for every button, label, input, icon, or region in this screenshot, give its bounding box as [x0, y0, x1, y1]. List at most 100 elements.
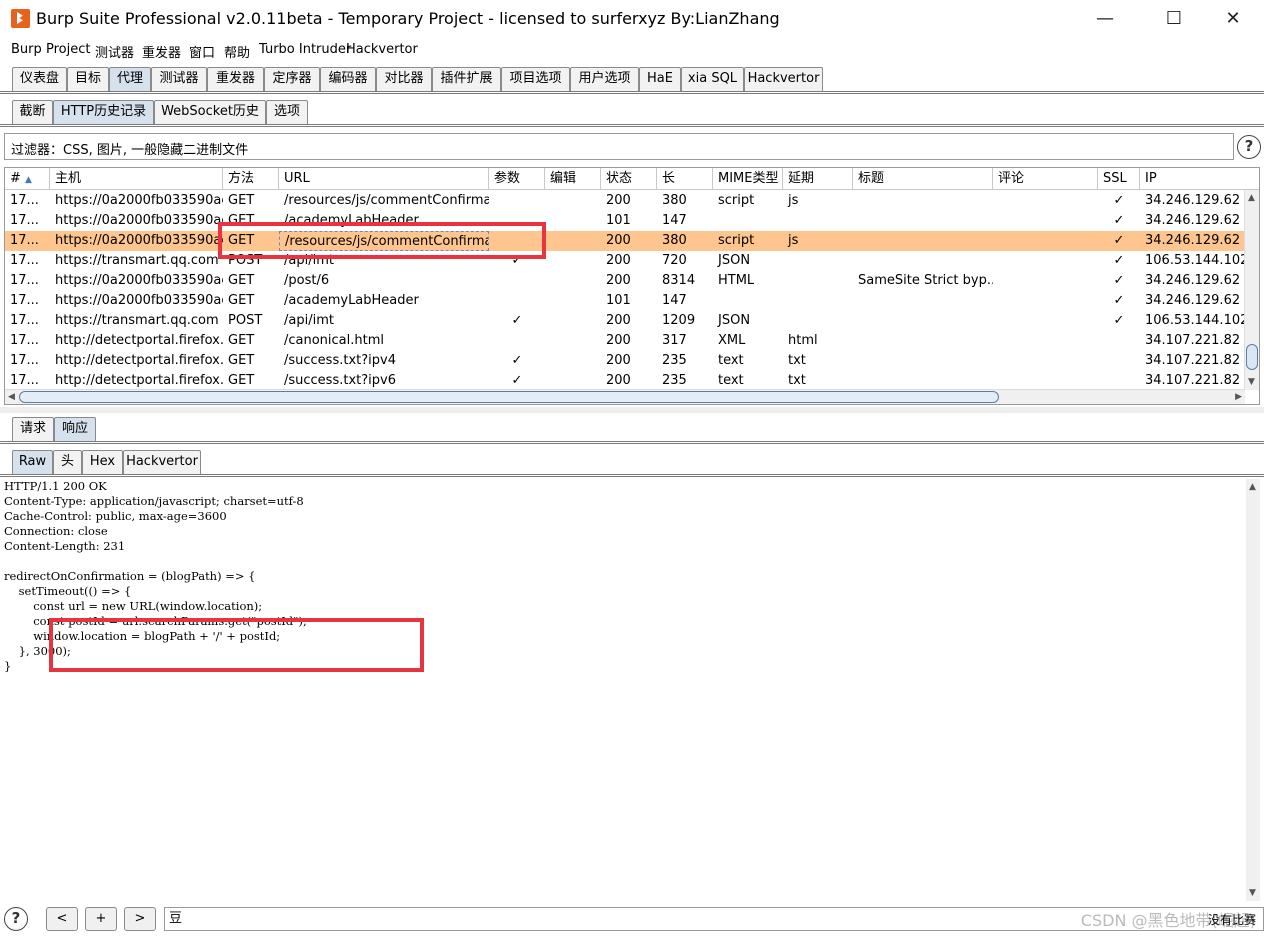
- scroll-thumb-horizontal[interactable]: [19, 391, 999, 403]
- scroll-down-icon[interactable]: ▼: [1249, 888, 1256, 898]
- tab-decoder[interactable]: 编码器: [320, 67, 376, 91]
- menu-repeater[interactable]: 重发器: [142, 42, 181, 61]
- table-vertical-scrollbar[interactable]: ▲ ▼: [1244, 190, 1259, 390]
- menu-window[interactable]: 窗口: [189, 42, 215, 61]
- menu-turbo-intruder[interactable]: Turbo Intruder: [259, 42, 351, 57]
- minimize-button[interactable]: —: [1082, 5, 1128, 33]
- tab-request[interactable]: 请求: [12, 417, 54, 441]
- column-header-length[interactable]: 长: [657, 168, 713, 190]
- table-row[interactable]: 17...https://0a2000fb033590ae...GET/acad…: [5, 291, 1245, 311]
- scroll-left-icon[interactable]: ◀: [8, 392, 15, 402]
- menu-help[interactable]: 帮助: [224, 42, 250, 61]
- scroll-down-icon[interactable]: ▼: [1248, 377, 1255, 387]
- response-vertical-scrollbar[interactable]: ▲ ▼: [1246, 479, 1260, 901]
- cell-status: 200: [606, 313, 631, 328]
- help-icon-bottom[interactable]: ?: [4, 907, 28, 931]
- table-row[interactable]: 17...https://0a2000fb033590ae...GET/reso…: [5, 191, 1245, 211]
- column-header-ssl[interactable]: SSL: [1098, 168, 1140, 190]
- tab-intruder[interactable]: 测试器: [151, 67, 207, 91]
- menu-burp[interactable]: Burp: [11, 42, 42, 57]
- table-horizontal-scrollbar[interactable]: ◀ ▶: [5, 389, 1245, 404]
- tab-repeater[interactable]: 重发器: [207, 67, 264, 91]
- tab-comparer[interactable]: 对比器: [376, 67, 432, 91]
- title-bar: Burp Suite Professional v2.0.11beta - Te…: [0, 0, 1264, 38]
- tab-headers[interactable]: 头: [53, 450, 82, 474]
- table-row[interactable]: 17... http://detectportal.firefox.c... GET…: [5, 331, 1245, 351]
- menu-intruder[interactable]: 测试器: [95, 42, 134, 61]
- help-icon[interactable]: ?: [1237, 135, 1261, 159]
- cell-edited: [545, 191, 601, 211]
- tab-hae[interactable]: HaE: [639, 67, 681, 91]
- cell-extension: [783, 311, 853, 331]
- column-header-title[interactable]: 标题: [853, 168, 993, 190]
- cell-title: [853, 191, 993, 211]
- scroll-up-icon[interactable]: ▲: [1249, 482, 1256, 492]
- previous-match-button[interactable]: <: [46, 907, 78, 931]
- tab-proxy[interactable]: 代理: [109, 67, 151, 91]
- tab-target[interactable]: 目标: [67, 67, 109, 91]
- scroll-thumb[interactable]: [1246, 344, 1258, 370]
- cell-length: 380: [662, 193, 687, 208]
- table-row[interactable]: 17...https://0a2000fb033590ae...GET/acad…: [5, 211, 1245, 231]
- filter-bar[interactable]: 过滤器：CSS, 图片, 一般隐藏二进制文件: [4, 133, 1234, 160]
- column-header-comment[interactable]: 评论: [993, 168, 1098, 190]
- scroll-right-icon[interactable]: ▶: [1235, 392, 1242, 402]
- tab-xia-sql[interactable]: xia SQL: [681, 67, 744, 91]
- tab-http-history[interactable]: HTTP历史记录: [53, 100, 154, 124]
- tab-hackvertor[interactable]: Hackvertor: [744, 67, 823, 91]
- tab-websocket-history[interactable]: WebSocket历史: [154, 100, 266, 124]
- tab-options[interactable]: 选项: [266, 100, 308, 124]
- tab-view-hackvertor[interactable]: Hackvertor: [123, 450, 201, 474]
- tab-user-options[interactable]: 用户选项: [570, 67, 639, 91]
- table-row[interactable]: 17...https://0a2000fb033590ae...GET/reso…: [5, 231, 1245, 251]
- response-line: redirectOnConfirmation = (blogPath) => {: [4, 569, 256, 583]
- column-header-host[interactable]: 主机: [50, 168, 223, 190]
- next-match-button[interactable]: >: [124, 907, 156, 931]
- cell-params: [489, 271, 545, 291]
- table-row[interactable]: 17... https://transmart.qq.com POST/api/im…: [5, 311, 1248, 331]
- response-line: const url = new URL(window.location);: [4, 599, 263, 613]
- cell-title: [853, 291, 993, 311]
- column-header-extension[interactable]: 延期: [783, 168, 853, 190]
- pane-splitter[interactable]: [0, 407, 1264, 413]
- table-row[interactable]: 17... http://detectportal.firefox.c... GET…: [5, 351, 1245, 371]
- column-header-method[interactable]: 方法: [223, 168, 279, 190]
- column-header-mime-type[interactable]: MIME类型: [713, 168, 783, 190]
- cell-title: [853, 211, 993, 231]
- tab-hex[interactable]: Hex: [82, 450, 123, 474]
- tab-sequencer[interactable]: 定序器: [264, 67, 320, 91]
- tab-dashboard[interactable]: 仪表盘: [12, 67, 67, 91]
- tab-project-options[interactable]: 项目选项: [501, 67, 570, 91]
- column-header-number[interactable]: # ▲: [5, 168, 50, 190]
- table-row[interactable]: 17... https://0a2000fb033590ae... GET/post…: [5, 271, 1245, 291]
- table-row[interactable]: 17... http://detectportal.firefox.c... GET…: [5, 371, 1245, 391]
- tab-raw[interactable]: Raw: [12, 450, 53, 474]
- cell-mime-type: XML: [718, 333, 746, 348]
- cell-comment: [993, 331, 1098, 351]
- column-header-url[interactable]: URL: [279, 168, 489, 190]
- table-row[interactable]: 17... https://transmart.qq.com POST/api/im…: [5, 251, 1248, 271]
- cell-comment: [993, 271, 1098, 291]
- scroll-up-icon[interactable]: ▲: [1248, 193, 1255, 203]
- column-header-edited[interactable]: 编辑: [545, 168, 601, 190]
- response-body[interactable]: HTTP/1.1 200 OK Content-Type: application…: [4, 479, 1244, 899]
- cell-host: https://0a2000fb033590ae...: [55, 293, 223, 308]
- view-divider: [0, 474, 1264, 477]
- cell-status: 200: [606, 373, 631, 388]
- column-header-ip[interactable]: IP: [1140, 168, 1259, 190]
- add-button[interactable]: +: [85, 907, 117, 931]
- cell-url: /academyLabHeader: [284, 293, 419, 308]
- menu-project[interactable]: Project: [46, 42, 90, 57]
- column-header-status[interactable]: 状态: [601, 168, 657, 190]
- cell-length: 147: [662, 293, 687, 308]
- maximize-button[interactable]: ☐: [1151, 5, 1197, 33]
- tab-extender[interactable]: 插件扩展: [432, 67, 501, 91]
- menu-hackvertor[interactable]: Hackvertor: [346, 42, 418, 57]
- cell-method: GET: [228, 193, 255, 208]
- close-button[interactable]: ✕: [1210, 5, 1256, 33]
- tab-response[interactable]: 响应: [54, 417, 96, 441]
- cell-title: [853, 371, 993, 391]
- cell-host: http://detectportal.firefox.c...: [55, 353, 223, 368]
- column-header-params[interactable]: 参数: [489, 168, 545, 190]
- tab-intercept[interactable]: 截断: [12, 100, 53, 124]
